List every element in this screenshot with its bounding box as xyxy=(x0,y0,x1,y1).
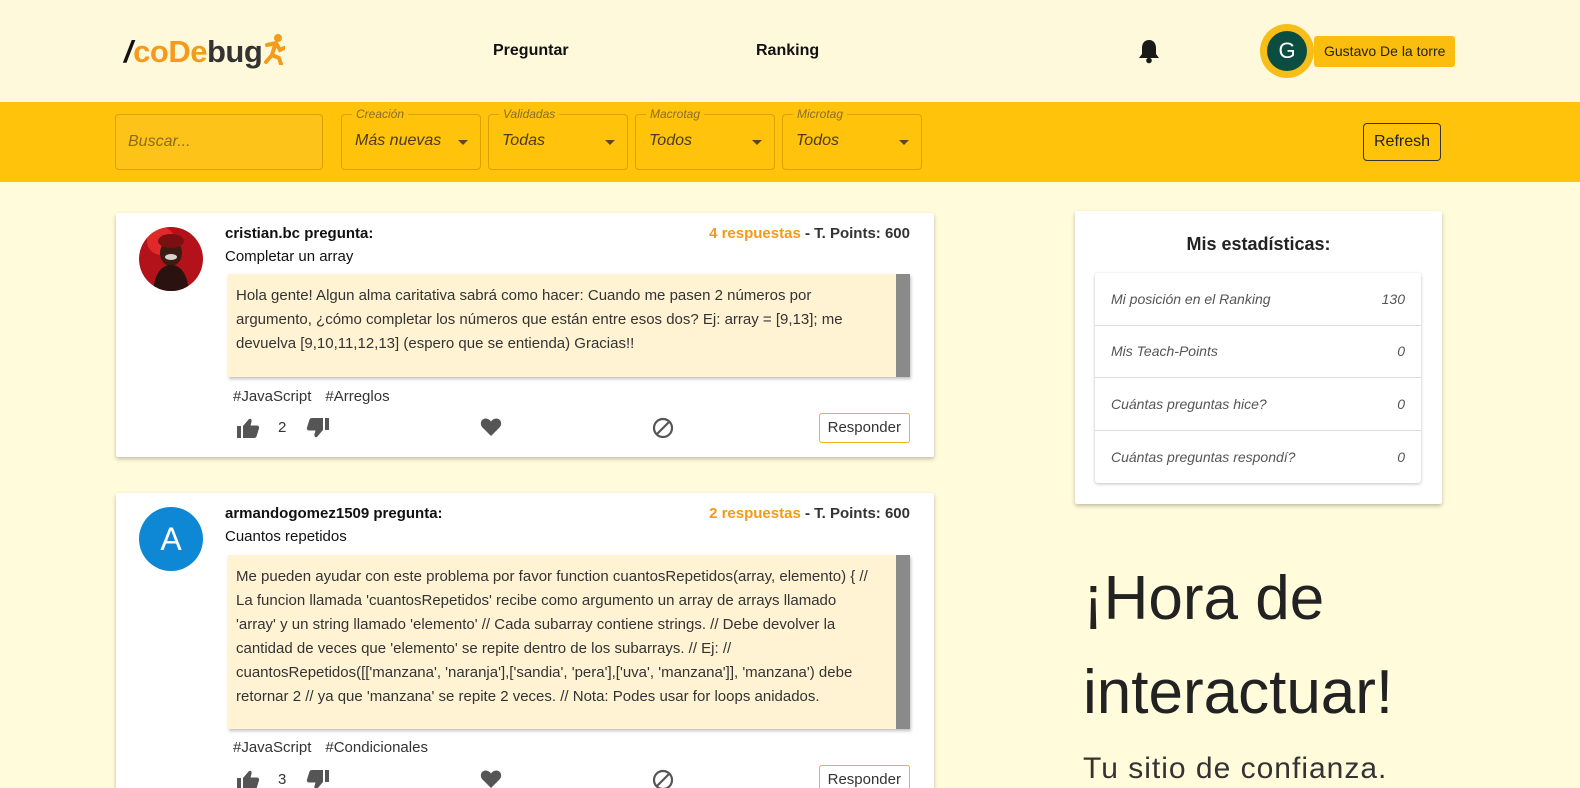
like-count: 2 xyxy=(278,419,287,436)
runner-icon xyxy=(263,33,287,66)
creation-select[interactable]: Creación Más nuevas xyxy=(341,107,481,170)
microtag-select[interactable]: Microtag Todos xyxy=(782,107,922,170)
question-body: Me pueden ayudar con este problema por f… xyxy=(228,555,910,729)
stats-row-ranking: Mi posición en el Ranking 130 xyxy=(1095,273,1421,326)
codebug-logo[interactable]: / co De bug xyxy=(124,30,287,70)
thumbs-up-icon[interactable] xyxy=(236,417,260,444)
tag[interactable]: #JavaScript xyxy=(233,388,311,405)
question-actions: 2 Responder xyxy=(236,413,910,443)
like-count: 3 xyxy=(278,771,287,788)
heart-icon[interactable] xyxy=(480,769,502,788)
stats-card: Mis estadísticas: Mi posición en el Rank… xyxy=(1075,211,1442,504)
question-title[interactable]: Completar un array xyxy=(225,248,353,265)
stats-row-questions-answered: Cuántas preguntas respondí? 0 xyxy=(1111,448,1405,465)
respond-button[interactable]: Responder xyxy=(818,765,910,788)
validated-select[interactable]: Validadas Todas xyxy=(488,107,628,170)
thumbs-down-icon[interactable] xyxy=(306,769,330,788)
stats-row-questions-asked: Cuántas preguntas hice? 0 xyxy=(1095,378,1421,431)
heart-icon[interactable] xyxy=(480,417,502,442)
question-meta: 4 respuestas - T. Points: 600 xyxy=(709,225,910,242)
stats-list: Mi posición en el Ranking 130 Mis Teach-… xyxy=(1095,273,1421,483)
scrollbar[interactable] xyxy=(896,555,910,729)
nav-preguntar[interactable]: Preguntar xyxy=(493,42,569,60)
hero-heading: ¡Hora de interactuar! xyxy=(1083,564,1394,727)
user-name-badge[interactable]: Gustavo De la torre xyxy=(1314,36,1456,67)
question-body: Hola gente! Algun alma caritativa sabrá … xyxy=(228,274,910,377)
tag[interactable]: #Arreglos xyxy=(325,388,389,405)
question-author[interactable]: armandogomez1509 pregunta: xyxy=(225,505,443,522)
question-card: A armandogomez1509 pregunta: Cuantos rep… xyxy=(116,493,934,788)
chevron-down-icon xyxy=(605,140,615,145)
user-avatar[interactable]: G xyxy=(1260,24,1314,78)
hero-subtitle: Tu sitio de confianza. xyxy=(1083,752,1388,785)
macrotag-select[interactable]: Macrotag Todos xyxy=(635,107,775,170)
tag[interactable]: #Condicionales xyxy=(325,739,428,756)
thumbs-up-icon[interactable] xyxy=(236,769,260,788)
tag-list: #JavaScript #Arreglos xyxy=(233,388,404,405)
question-author[interactable]: cristian.bc pregunta: xyxy=(225,225,373,242)
bell-icon[interactable] xyxy=(1137,38,1161,64)
chevron-down-icon xyxy=(458,140,468,145)
scrollbar[interactable] xyxy=(896,274,910,377)
tag-list: #JavaScript #Condicionales xyxy=(233,739,442,756)
stats-row-teach-points: Mis Teach-Points 0 xyxy=(1095,326,1421,378)
question-card: cristian.bc pregunta: Completar un array… xyxy=(116,213,934,457)
block-icon[interactable] xyxy=(652,417,674,444)
respond-button[interactable]: Responder xyxy=(818,413,910,443)
question-title[interactable]: Cuantos repetidos xyxy=(225,528,347,545)
chevron-down-icon xyxy=(752,140,762,145)
tag[interactable]: #JavaScript xyxy=(233,739,311,756)
question-actions: 3 Responder xyxy=(236,765,910,788)
answers-count[interactable]: 2 respuestas xyxy=(709,505,801,522)
search-input[interactable]: Buscar... xyxy=(115,114,323,170)
top-header: / co De bug Preguntar Ranking G Gustavo De … xyxy=(0,0,1580,102)
author-avatar[interactable]: A xyxy=(139,507,203,571)
thumbs-down-icon[interactable] xyxy=(306,417,330,444)
block-icon[interactable] xyxy=(652,769,674,788)
chevron-down-icon xyxy=(899,140,909,145)
nav-ranking[interactable]: Ranking xyxy=(756,42,819,60)
question-meta: 2 respuestas - T. Points: 600 xyxy=(709,505,910,522)
refresh-button[interactable]: Refresh xyxy=(1363,123,1441,161)
answers-count[interactable]: 4 respuestas xyxy=(709,225,801,242)
author-avatar[interactable] xyxy=(139,227,203,291)
teach-points: - T. Points: 600 xyxy=(804,505,910,522)
stats-title: Mis estadísticas: xyxy=(1186,234,1331,254)
teach-points: - T. Points: 600 xyxy=(804,225,910,242)
